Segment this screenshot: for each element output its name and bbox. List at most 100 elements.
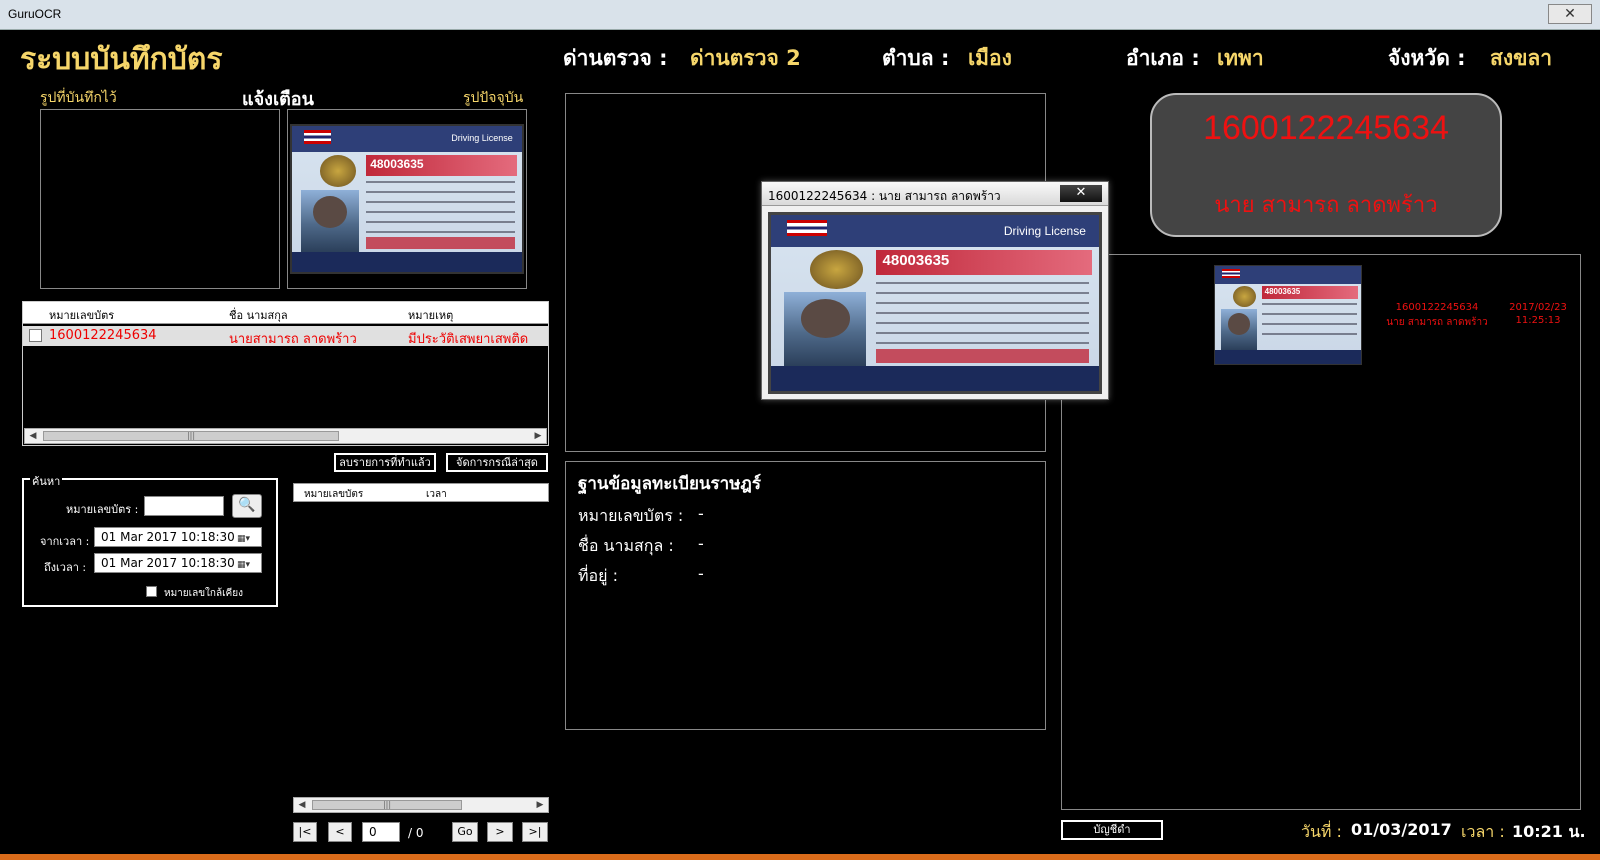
history-name: นาย สามารถ ลาดพร้าว bbox=[1386, 317, 1488, 328]
col-time: เวลา bbox=[426, 489, 447, 500]
from-time-label: จากเวลา : bbox=[40, 535, 90, 548]
province-label: จังหวัด : bbox=[1388, 46, 1466, 70]
to-time-value: 01 Mar 2017 10:18:30 bbox=[101, 556, 235, 570]
popup-title: 1600122245634 : นาย สามารถ ลาดพร้าว bbox=[768, 189, 1001, 203]
title-bar: GuruOCR ✕ bbox=[0, 0, 1600, 30]
result-table: หมายเลขบัตร เวลา ◀ ||| ▶ bbox=[293, 483, 549, 813]
alert-table-scrollbar[interactable]: ◀ ||| ▶ bbox=[24, 428, 547, 444]
flag-icon bbox=[787, 220, 827, 237]
similar-label: หมายเลขใกล้เคียง bbox=[164, 588, 243, 599]
card-popup-window[interactable]: 1600122245634 : นาย สามารถ ลาดพร้าว ✕ Dr… bbox=[761, 181, 1109, 400]
col-card-no: หมายเลขบัตร bbox=[49, 309, 115, 322]
card-no-label: หมายเลขบัตร : bbox=[66, 503, 139, 516]
current-image-panel: Driving License 48003635 bbox=[287, 109, 527, 289]
app-title: ระบบบันทึกบัตร bbox=[20, 42, 223, 77]
subdistrict-value: เมือง bbox=[968, 46, 1012, 70]
history-date: 2017/02/23 bbox=[1509, 302, 1567, 313]
alert-table: หมายเลขบัตร ชื่อ นามสกุล หมายเหตุ 160012… bbox=[22, 301, 549, 446]
scroll-thumb[interactable]: ||| bbox=[312, 800, 462, 810]
search-legend: ค้นหา bbox=[30, 472, 63, 490]
calendar-dropdown-icon[interactable]: ▦▾ bbox=[237, 530, 259, 544]
history-card-no: 1600122245634 bbox=[1395, 302, 1479, 313]
to-time-picker[interactable]: 01 Mar 2017 10:18:30 ▦▾ bbox=[94, 553, 262, 573]
main-window: GuruOCR ✕ ระบบบันทึกบัตร ด่านตรวจ : ด่าน… bbox=[0, 0, 1600, 860]
popup-close-button[interactable]: ✕ bbox=[1060, 185, 1102, 202]
first-page-button[interactable]: |< bbox=[293, 822, 317, 842]
saved-image-label: รูปที่บันทึกไว้ bbox=[40, 90, 117, 106]
from-time-picker[interactable]: 01 Mar 2017 10:18:30 ▦▾ bbox=[94, 527, 262, 547]
alert-table-header: หมายเลขบัตร ชื่อ นามสกุล หมายเหตุ bbox=[23, 302, 548, 324]
prev-page-button[interactable]: < bbox=[328, 822, 352, 842]
clear-done-button[interactable]: ลบรายการที่ทำแล้ว bbox=[334, 453, 436, 472]
registry-panel: ฐานข้อมูลทะเบียนราษฎร์ หมายเลขบัตร : - ช… bbox=[565, 461, 1046, 730]
registry-name-value: - bbox=[698, 534, 704, 553]
popup-license-text: Driving License bbox=[1003, 223, 1086, 238]
popup-card-image: Driving License 48003635 bbox=[768, 212, 1102, 394]
search-button[interactable]: 🔍 bbox=[232, 494, 262, 518]
scroll-right-icon[interactable]: ▶ bbox=[532, 798, 548, 812]
go-button[interactable]: Go bbox=[452, 822, 478, 842]
row-checkbox[interactable] bbox=[29, 329, 42, 342]
from-time-value: 01 Mar 2017 10:18:30 bbox=[101, 530, 235, 544]
col-note: หมายเหตุ bbox=[408, 309, 454, 322]
card-license-text: Driving License bbox=[451, 133, 513, 144]
current-card-image: Driving License 48003635 bbox=[290, 124, 524, 274]
blacklist-button[interactable]: บัญชีดำ bbox=[1061, 820, 1163, 840]
window-close-button[interactable]: ✕ bbox=[1548, 4, 1592, 24]
to-time-label: ถึงเวลา : bbox=[44, 561, 87, 574]
seal-icon bbox=[810, 250, 863, 289]
col-card-no: หมายเลขบัตร bbox=[304, 489, 364, 500]
bottom-accent-bar bbox=[0, 854, 1600, 860]
row-card-no: 1600122245634 bbox=[49, 328, 157, 343]
table-row[interactable]: 1600122245634 นายสามารถ ลาดพร้าว มีประวั… bbox=[23, 326, 548, 347]
magnifier-icon: 🔍 bbox=[238, 497, 256, 513]
time-label: เวลา : bbox=[1461, 822, 1505, 841]
flag-icon bbox=[303, 130, 332, 144]
scroll-right-icon[interactable]: ▶ bbox=[530, 429, 546, 443]
row-note: มีประวัติเสพยาเสพติด bbox=[408, 332, 529, 347]
district-label: อำเภอ : bbox=[1126, 46, 1200, 70]
calendar-dropdown-icon[interactable]: ▦▾ bbox=[237, 556, 259, 570]
scroll-left-icon[interactable]: ◀ bbox=[294, 798, 310, 812]
province-value: สงขลา bbox=[1490, 46, 1553, 70]
time-value: 10:21 น. bbox=[1512, 822, 1586, 841]
plate-display: 1600122245634 นาย สามารถ ลาดพร้าว bbox=[1150, 93, 1502, 237]
card-number: 48003635 bbox=[370, 156, 424, 171]
page-number-input[interactable]: 0 bbox=[362, 822, 400, 842]
result-table-scrollbar[interactable]: ◀ ||| ▶ bbox=[293, 797, 549, 813]
registry-address-label: ที่อยู่ : bbox=[578, 566, 619, 585]
manage-latest-button[interactable]: จัดการกรณีล่าสุด bbox=[446, 453, 548, 472]
registry-address-value: - bbox=[698, 564, 704, 583]
current-image-label: รูปปัจจุบัน bbox=[463, 90, 524, 106]
checkpoint-value: ด่านตรวจ 2 bbox=[690, 46, 801, 70]
next-page-button[interactable]: > bbox=[487, 822, 513, 842]
registry-name-label: ชื่อ นามสกุล : bbox=[578, 536, 674, 555]
history-card-thumb[interactable]: 48003635 bbox=[1214, 265, 1362, 365]
subdistrict-label: ตำบล : bbox=[882, 46, 950, 70]
history-card-number: 48003635 bbox=[1264, 286, 1301, 296]
history-panel: 48003635 1600122245634 นาย สามารถ ลาดพร้… bbox=[1061, 254, 1581, 810]
card-no-input[interactable] bbox=[144, 496, 224, 516]
page-total: / 0 bbox=[408, 826, 424, 840]
last-page-button[interactable]: >| bbox=[522, 822, 548, 842]
registry-title: ฐานข้อมูลทะเบียนราษฎร์ bbox=[578, 474, 761, 494]
face-photo bbox=[800, 299, 850, 339]
checkpoint-label: ด่านตรวจ : bbox=[563, 46, 668, 70]
window-title: GuruOCR bbox=[8, 7, 62, 21]
col-name: ชื่อ นามสกุล bbox=[229, 309, 288, 322]
result-table-header: หมายเลขบัตร เวลา bbox=[293, 483, 549, 502]
district-value: เทพา bbox=[1217, 46, 1264, 70]
popup-title-bar: 1600122245634 : นาย สามารถ ลาดพร้าว ✕ bbox=[762, 182, 1108, 206]
search-group: ค้นหา หมายเลขบัตร : 🔍 จากเวลา : 01 Mar 2… bbox=[22, 472, 278, 607]
popup-card-number: 48003635 bbox=[882, 251, 950, 269]
face-photo bbox=[312, 196, 348, 229]
similar-checkbox[interactable] bbox=[146, 586, 157, 597]
registry-id-value: - bbox=[698, 504, 704, 523]
history-time: 11:25:13 bbox=[1515, 315, 1561, 326]
seal-icon bbox=[319, 155, 357, 188]
plate-number: 1600122245634 bbox=[1203, 109, 1449, 147]
scroll-thumb[interactable]: ||| bbox=[43, 431, 339, 441]
registry-id-label: หมายเลขบัตร : bbox=[578, 506, 684, 525]
scroll-left-icon[interactable]: ◀ bbox=[25, 429, 41, 443]
date-value: 01/03/2017 bbox=[1351, 820, 1452, 839]
